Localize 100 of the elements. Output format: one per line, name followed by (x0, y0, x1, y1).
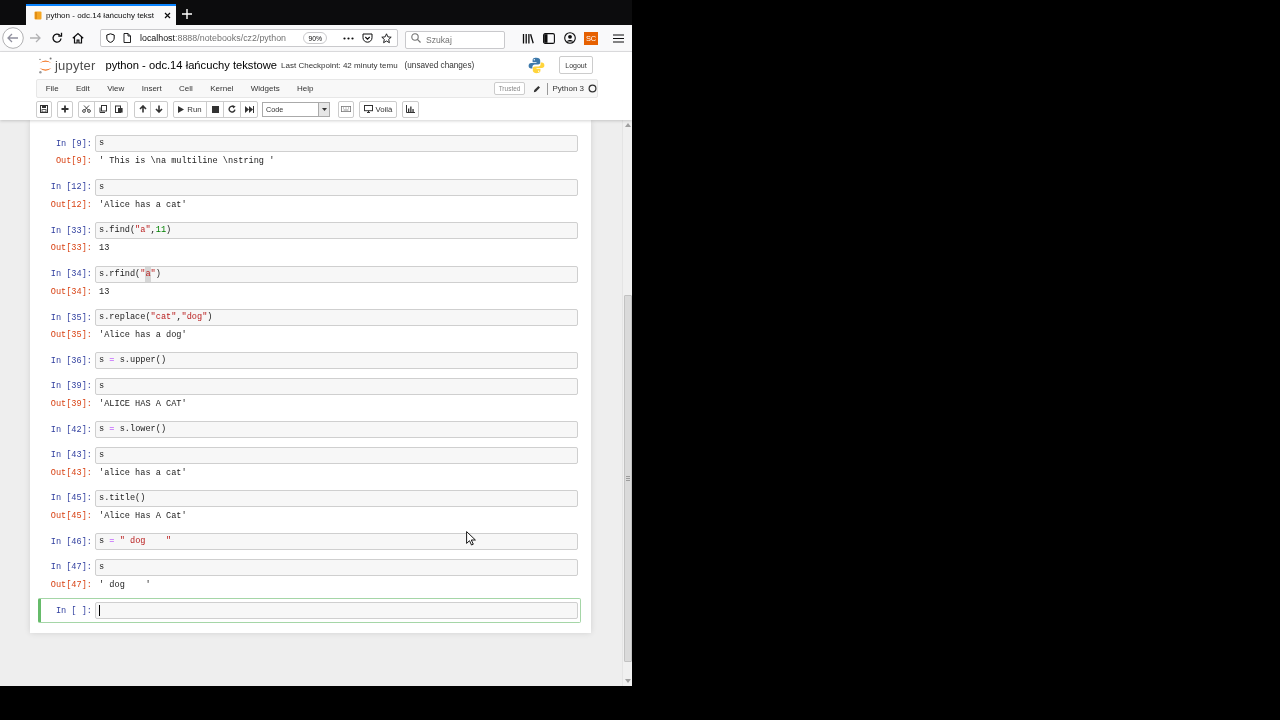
notebook-title[interactable]: python - odc.14 łańcuchy tekstowe (105, 59, 278, 71)
input-prompt: In [45]: (49, 493, 93, 504)
input-prompt: In [47]: (49, 562, 93, 573)
input-prompt: In [43]: (49, 450, 93, 460)
restart-button[interactable] (223, 100, 241, 118)
chevron-shield-icon[interactable] (362, 33, 373, 43)
output-text: 13 (98, 286, 110, 297)
save-icon (40, 105, 48, 113)
new-tab-icon[interactable] (182, 9, 192, 19)
menu-item[interactable]: View (98, 84, 133, 93)
grip-icon (625, 476, 630, 481)
input-prompt: In [12]: (49, 182, 93, 193)
output-text: 'ALICE HAS A CAT' (98, 398, 187, 409)
code-input[interactable]: s = s.lower() (95, 421, 578, 439)
code-input[interactable]: s = s.upper() (95, 352, 578, 370)
scissors-icon (82, 105, 91, 113)
stop-icon (211, 105, 219, 113)
input-prompt: In [42]: (49, 424, 93, 435)
home-icon[interactable] (72, 32, 84, 44)
reload-icon[interactable] (51, 32, 63, 44)
chart-button[interactable] (402, 100, 419, 118)
scrollbar[interactable] (622, 120, 632, 686)
menu-item[interactable]: Widgets (242, 84, 289, 93)
autosave-status: (unsaved changes) (404, 60, 475, 70)
menu-item[interactable]: Help (288, 84, 323, 93)
keyboard-icon (341, 106, 351, 112)
notebook-cell[interactable]: In [42]: s = s.lower() (38, 417, 581, 443)
jupyter-logo-icon[interactable] (38, 56, 53, 74)
notebook-cell[interactable]: In [35]: s.replace("cat","dog") Out[35]: 'Alice has a dog' (38, 304, 581, 349)
notebook-cell[interactable]: In [45]: s.title() Out[45]: 'Alice Has A Cat' (38, 485, 581, 530)
code-input[interactable]: s.rfind("a") (95, 265, 578, 283)
bookmark-star-icon[interactable] (381, 32, 392, 44)
scrollbar-thumb[interactable] (623, 295, 632, 662)
text-cursor (99, 605, 100, 617)
output-text: 13 (98, 243, 110, 254)
code-input[interactable]: s.title() (95, 490, 578, 507)
notebook-cell[interactable]: In [9]: s Out[9]: ' This is \na multiline \nstring ' (38, 131, 581, 175)
search-icon (411, 33, 421, 43)
notebook-cell[interactable]: In [34]: s.rfind("a") Out[34]: 13 (38, 261, 581, 305)
notebook-cell[interactable]: In [12]: s Out[12]: 'Alice has a cat' (38, 174, 581, 218)
sidebar-icon[interactable] (543, 32, 555, 44)
add-cell-button[interactable] (57, 100, 73, 118)
menu-icon[interactable] (613, 33, 624, 43)
input-prompt: In [35]: (49, 312, 93, 323)
output-text: 'Alice has a cat' (98, 199, 187, 210)
code-input[interactable]: s (95, 558, 578, 576)
arrow-up-icon (138, 105, 147, 113)
code-input[interactable]: s (95, 377, 578, 395)
run-all-button[interactable] (240, 100, 258, 118)
jupyter-logo-text[interactable]: jupyter (55, 57, 96, 73)
code-input[interactable]: s (95, 178, 578, 196)
notebook-cell[interactable]: In [47]: s Out[47]: ' dog ' (38, 554, 581, 599)
kernel-name[interactable]: Python 3 (552, 84, 584, 93)
code-input[interactable]: s = " dog " (95, 533, 578, 551)
notebook-cell[interactable]: In [43]: s Out[43]: 'alice has a cat' (38, 442, 581, 486)
move-down-button[interactable] (150, 100, 168, 118)
browser-tab[interactable]: python - odc.14 łańcuchy tekst (26, 4, 176, 25)
code-input[interactable]: s.find("a",11) (95, 222, 578, 240)
notebook-cell[interactable]: In [46]: s = " dog " (38, 529, 581, 555)
python-logo-icon (528, 56, 545, 74)
output-prompt: Out[34]: (49, 286, 93, 297)
code-input[interactable] (95, 602, 578, 620)
input-prompt: In [34]: (49, 269, 93, 280)
output-prompt: Out[39]: (49, 398, 93, 409)
menu-item[interactable]: Insert (133, 84, 171, 93)
code-input[interactable]: s.replace("cat","dog") (95, 309, 578, 326)
output-text: 'Alice has a dog' (98, 330, 187, 341)
output-text: ' This is \na multiline \nstring ' (98, 156, 275, 167)
input-prompt: In [ ]: (54, 605, 93, 616)
library-icon[interactable] (522, 32, 534, 44)
bar-chart-icon (406, 105, 415, 113)
search-field[interactable]: Szukaj (405, 31, 505, 49)
menu-item[interactable]: Edit (67, 84, 99, 93)
menu-item[interactable]: Cell (170, 84, 202, 93)
keyboard-shortcuts-button[interactable] (338, 100, 354, 118)
input-prompt: In [9]: (54, 138, 93, 149)
close-icon[interactable] (164, 12, 171, 19)
plus-icon (61, 105, 69, 113)
restart-icon (228, 105, 236, 113)
menu-item[interactable]: File (37, 84, 68, 93)
menu-item[interactable]: Kernel (201, 84, 243, 93)
notebook-cell[interactable]: In [ ]: (38, 598, 581, 624)
output-prompt: Out[12]: (49, 199, 93, 210)
paste-button[interactable] (110, 100, 128, 118)
account-icon[interactable] (564, 32, 576, 44)
notebook-cell[interactable]: In [39]: s Out[39]: 'ALICE HAS A CAT' (38, 373, 581, 418)
output-prompt: Out[9]: (54, 156, 93, 167)
pencil-icon[interactable] (533, 84, 542, 93)
mouse-pointer-icon (466, 531, 476, 546)
code-input[interactable]: s (95, 135, 578, 153)
input-prompt: In [33]: (49, 225, 93, 236)
code-input[interactable]: s (95, 446, 578, 464)
save-button[interactable] (36, 100, 52, 118)
notebook-cell[interactable]: In [36]: s = s.upper() (38, 348, 581, 374)
more-icon[interactable] (343, 36, 354, 40)
output-prompt: Out[35]: (49, 330, 93, 341)
notebook-cell[interactable]: In [33]: s.find("a",11) Out[33]: 13 (38, 217, 581, 262)
output-prompt: Out[43]: (49, 467, 93, 478)
shield-icon (106, 33, 115, 43)
interrupt-button[interactable] (206, 100, 224, 118)
